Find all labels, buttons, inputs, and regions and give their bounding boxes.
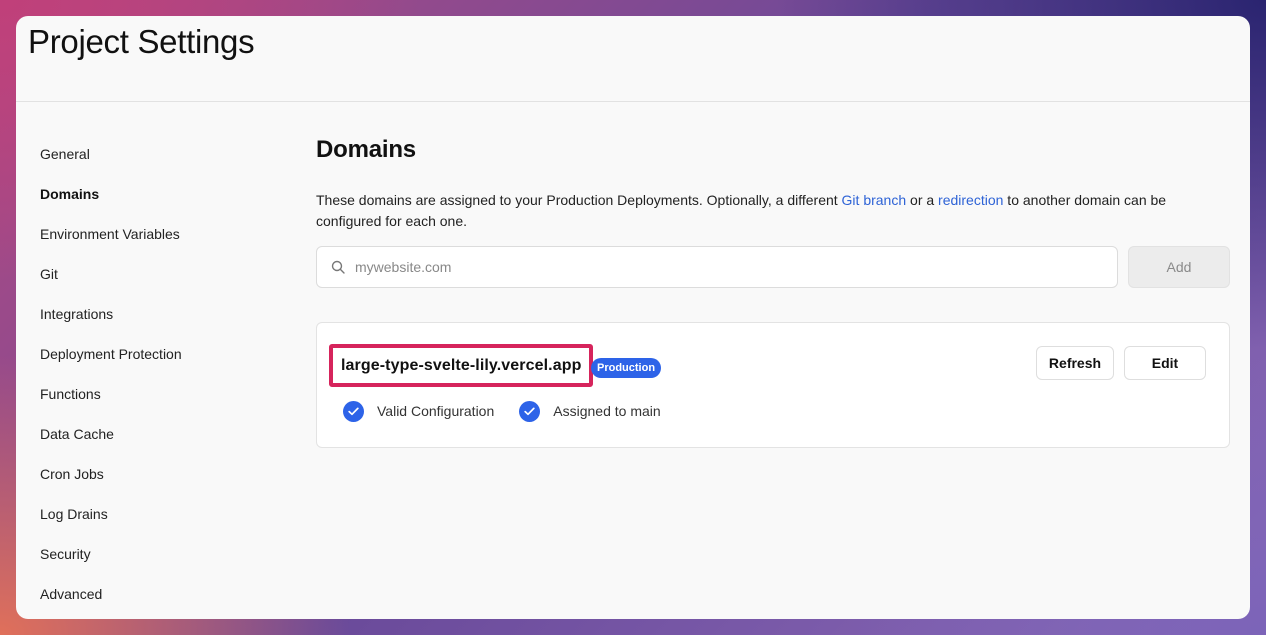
search-icon <box>331 260 345 274</box>
settings-sidebar: General Domains Environment Variables Gi… <box>40 134 290 614</box>
domain-status-row: Valid Configuration Assigned to main <box>343 400 661 422</box>
sidebar-item-log-drains[interactable]: Log Drains <box>40 494 290 534</box>
check-circle-icon <box>519 400 541 422</box>
settings-window: Project Settings General Domains Environ… <box>16 16 1250 619</box>
redirection-link[interactable]: redirection <box>938 192 1003 208</box>
git-branch-link[interactable]: Git branch <box>842 192 907 208</box>
description-text-2: or a <box>906 192 939 208</box>
edit-button[interactable]: Edit <box>1124 346 1206 380</box>
page-header: Project Settings <box>16 16 1250 102</box>
sidebar-item-cron-jobs[interactable]: Cron Jobs <box>40 454 290 494</box>
page-title: Project Settings <box>28 23 255 60</box>
add-domain-row: Add <box>316 246 1230 288</box>
section-title: Domains <box>316 136 416 163</box>
sidebar-item-functions[interactable]: Functions <box>40 374 290 414</box>
sidebar-item-deployment-protection[interactable]: Deployment Protection <box>40 334 290 374</box>
sidebar-item-security[interactable]: Security <box>40 534 290 574</box>
refresh-button[interactable]: Refresh <box>1036 346 1114 380</box>
assigned-branch-status: Assigned to main <box>553 403 661 419</box>
domain-search-box[interactable] <box>316 246 1118 288</box>
check-circle-icon <box>343 400 364 422</box>
valid-configuration-status: Valid Configuration <box>377 403 495 419</box>
domain-card: large-type-svelte-lily.vercel.app Produc… <box>316 322 1230 448</box>
sidebar-item-data-cache[interactable]: Data Cache <box>40 414 290 454</box>
sidebar-item-integrations[interactable]: Integrations <box>40 294 290 334</box>
domains-description: These domains are assigned to your Produ… <box>316 190 1216 232</box>
sidebar-item-environment-variables[interactable]: Environment Variables <box>40 214 290 254</box>
domains-section: Domains These domains are assigned to yo… <box>316 134 1230 448</box>
description-text-1: These domains are assigned to your Produ… <box>316 192 842 208</box>
sidebar-item-git[interactable]: Git <box>40 254 290 294</box>
add-domain-button[interactable]: Add <box>1128 246 1230 288</box>
domain-input[interactable] <box>355 259 1055 275</box>
domain-name[interactable]: large-type-svelte-lily.vercel.app <box>341 357 581 375</box>
sidebar-item-advanced[interactable]: Advanced <box>40 574 290 614</box>
sidebar-item-domains[interactable]: Domains <box>40 174 290 214</box>
production-badge: Production <box>591 358 662 378</box>
domain-highlight-box: large-type-svelte-lily.vercel.app <box>329 344 594 387</box>
sidebar-item-general[interactable]: General <box>40 134 290 174</box>
